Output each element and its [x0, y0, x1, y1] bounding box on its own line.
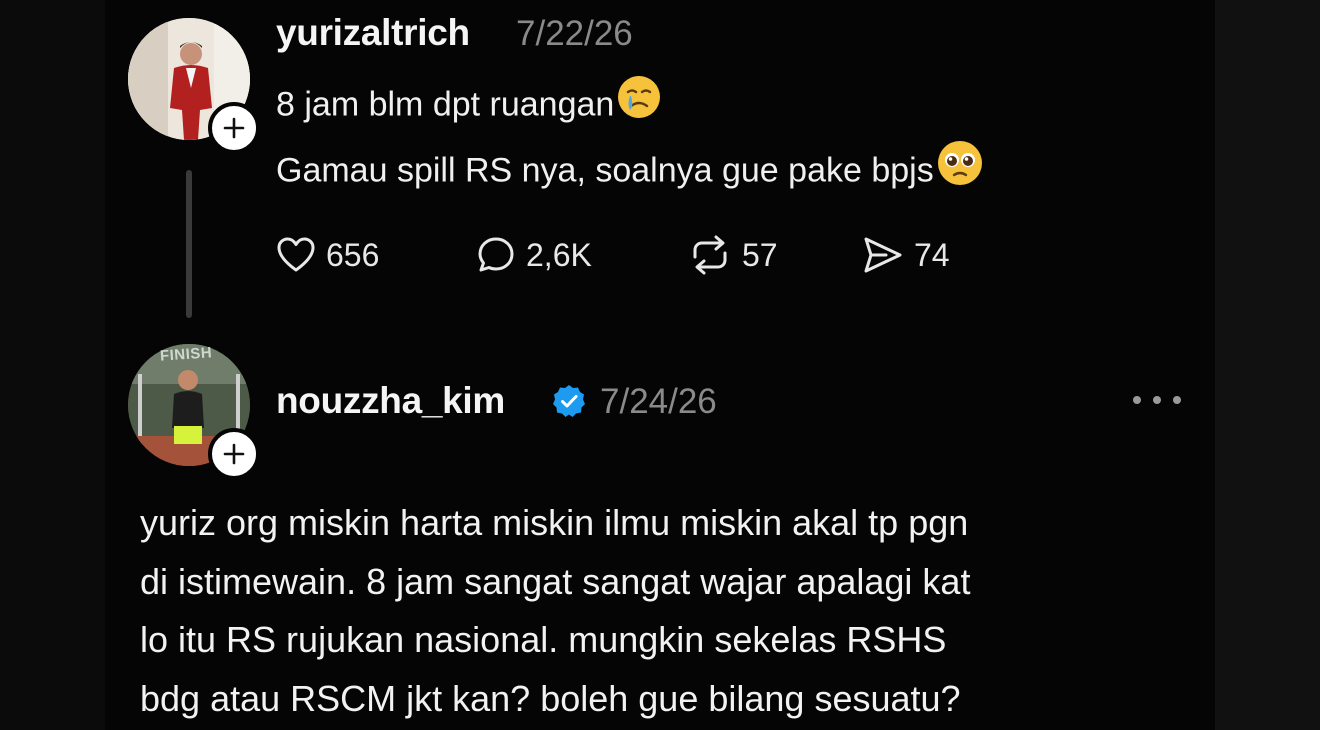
plus-icon: [223, 443, 245, 465]
reply-line-4: bdg atau RSCM jkt kan? boleh gue bilang …: [140, 677, 961, 719]
plus-icon: [223, 117, 245, 139]
reply-line-3: lo itu RS rujukan nasional. mungkin seke…: [140, 619, 947, 660]
post-line-2-text: Gamau spill RS nya, soalnya gue pake bpj…: [276, 151, 934, 190]
repost-action[interactable]: 57: [688, 235, 862, 275]
follow-plus-button[interactable]: [208, 102, 260, 154]
reply-date: 7/24/26: [600, 382, 717, 421]
crying-face-icon: [616, 74, 662, 139]
comment-bubble-icon: [478, 237, 514, 272]
share-count: 74: [914, 236, 950, 273]
more-options-icon[interactable]: [1133, 388, 1181, 412]
reply-count: 2,6K: [526, 236, 592, 273]
like-action[interactable]: 656: [276, 236, 476, 274]
heart-icon: [277, 237, 315, 272]
share-action[interactable]: 74: [862, 235, 1002, 275]
post-date: 7/22/26: [516, 14, 633, 53]
send-icon: [864, 237, 902, 273]
post-line-1: 8 jam blm dpt ruangan: [276, 74, 984, 139]
right-edge: [1215, 0, 1320, 730]
reply-line-2: di istimewain. 8 jam sangat sangat wajar…: [140, 560, 971, 602]
reply-follow-plus-button[interactable]: [208, 428, 260, 480]
reply-body: yuriz org miskin harta miskin ilmu miski…: [140, 494, 1200, 728]
post-actions: 656 2,6K 57 74: [276, 232, 1002, 278]
reply-line-1: yuriz org miskin harta miskin ilmu miski…: [140, 502, 969, 543]
thread-connector-line: [186, 170, 192, 318]
left-edge: [0, 0, 105, 730]
repost-count: 57: [742, 236, 778, 273]
post-username[interactable]: yurizaltrich: [276, 12, 470, 54]
pleading-face-icon: [936, 139, 984, 206]
verified-badge-icon: [551, 383, 587, 424]
reply-action[interactable]: 2,6K: [476, 235, 688, 275]
post-line-2: Gamau spill RS nya, soalnya gue pake bpj…: [276, 139, 984, 206]
like-count: 656: [326, 236, 380, 273]
post-line-1-text: 8 jam blm dpt ruangan: [276, 85, 615, 124]
post-body: 8 jam blm dpt ruangan Gamau spill RS nya…: [276, 74, 984, 206]
reply-username[interactable]: nouzzha_kim: [276, 380, 505, 422]
finish-badge-label: FINISH: [159, 344, 213, 365]
repost-icon: [693, 235, 727, 275]
